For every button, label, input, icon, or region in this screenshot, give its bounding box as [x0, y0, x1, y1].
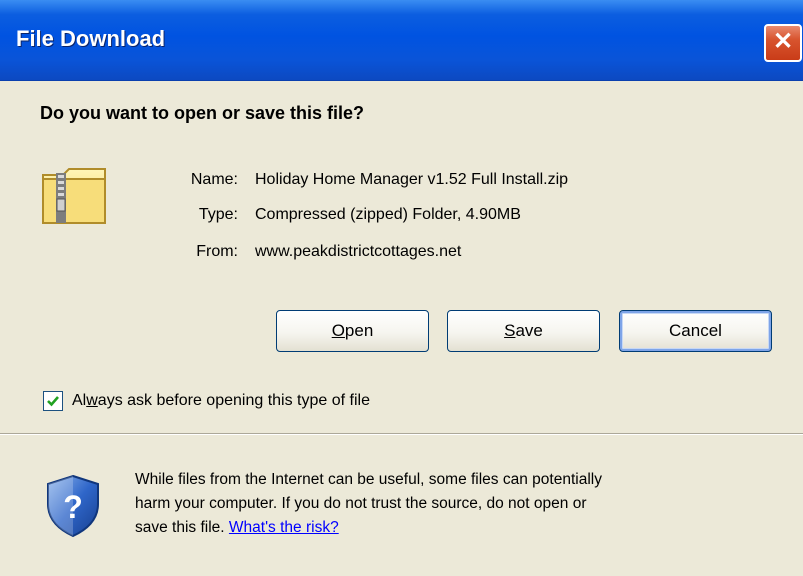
warning-line-2: harm your computer. If you do not trust …	[135, 495, 587, 512]
title-bar[interactable]: File Download ✕	[0, 0, 803, 81]
file-type-label: Type:	[198, 206, 238, 223]
file-source-value: www.peakdistrictcottages.net	[255, 243, 462, 260]
dialog-question: Do you want to open or save this file?	[40, 103, 365, 123]
file-type-row: Type: Compressed (zipped) Folder, 4.90MB	[0, 206, 803, 232]
save-mnemonic: S	[504, 321, 516, 340]
warning-line-3-text: save this file.	[135, 519, 225, 536]
svg-text:?: ?	[63, 489, 83, 525]
open-mnemonic: O	[331, 321, 345, 340]
cancel-button[interactable]: Cancel	[619, 310, 772, 352]
security-warning-text: While files from the Internet can be use…	[135, 468, 785, 540]
close-button[interactable]: ✕	[764, 24, 802, 62]
save-label-rest: ave	[515, 321, 543, 340]
file-name-value: Holiday Home Manager v1.52 Full Install.…	[255, 171, 569, 188]
whats-the-risk-link[interactable]: What's the risk?	[229, 519, 339, 536]
open-label-rest: pen	[344, 321, 374, 340]
file-name-label: Name:	[190, 171, 238, 188]
file-name-row: Name: Holiday Home Manager v1.52 Full In…	[0, 171, 803, 197]
file-source-label: From:	[196, 243, 238, 260]
file-source-row: From: www.peakdistrictcottages.net	[0, 243, 803, 269]
save-button[interactable]: Save	[447, 310, 600, 352]
always-ask-label-post: ays ask before opening this type of file	[97, 392, 370, 409]
checkmark-icon	[47, 396, 59, 407]
always-ask-label-pre: Al	[72, 392, 87, 409]
always-ask-mnemonic: w	[86, 392, 98, 409]
divider-highlight	[0, 434, 803, 435]
security-shield-icon: ?	[47, 474, 99, 538]
warning-line-3: save this file. What's the risk?	[135, 516, 785, 540]
warning-line-1: While files from the Internet can be use…	[135, 471, 602, 488]
file-type-value: Compressed (zipped) Folder, 4.90MB	[255, 206, 521, 223]
always-ask-label[interactable]: Always ask before opening this type of f…	[72, 392, 370, 410]
open-button[interactable]: Open	[276, 310, 429, 352]
close-icon: ✕	[772, 28, 794, 55]
window-title: File Download	[16, 26, 166, 51]
always-ask-checkbox[interactable]	[43, 391, 63, 411]
